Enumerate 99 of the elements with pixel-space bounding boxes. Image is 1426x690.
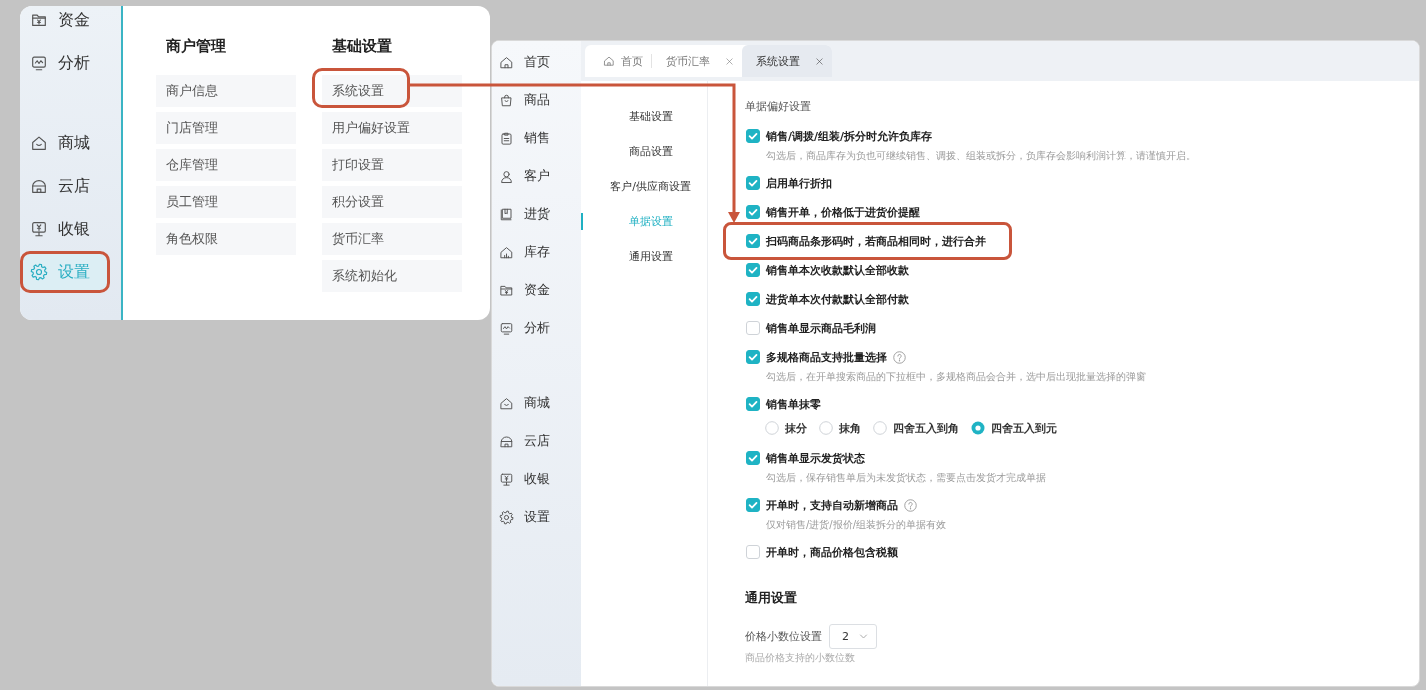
menu-item[interactable]: 角色权限 xyxy=(156,223,296,255)
menu-item[interactable]: 系统设置 xyxy=(322,75,462,107)
menu-item[interactable]: 系统初始化 xyxy=(322,260,462,292)
checkbox-label: 扫码商品条形码时，若商品相同时，进行合并 xyxy=(766,233,986,249)
monitor-yen-icon xyxy=(30,220,48,238)
checkbox[interactable] xyxy=(746,263,760,277)
sidebar-item[interactable]: 商品 xyxy=(492,81,581,119)
field-label: 价格小数位设置 xyxy=(745,629,822,644)
checkbox-label: 进货单本次付款默认全部付款 xyxy=(766,291,909,307)
sidebar-item[interactable]: 资金 xyxy=(492,271,581,309)
checkbox[interactable] xyxy=(746,451,760,465)
checkbox[interactable] xyxy=(746,205,760,219)
menu-item[interactable]: 积分设置 xyxy=(322,186,462,218)
person-icon xyxy=(499,168,514,184)
checkbox-label: 销售单本次收款默认全部收款 xyxy=(766,262,909,278)
radio-button[interactable] xyxy=(819,421,833,435)
settings-nav-item[interactable]: 商品设置 xyxy=(581,134,707,169)
menu-group-title: 商户管理 xyxy=(165,36,227,57)
option-description: 勾选后，商品库存为负也可继续销售、调拨、组装或拆分，负库存会影响利润计算，请谨慎开启。 xyxy=(766,149,1197,163)
sidebar-item[interactable]: 分析 xyxy=(20,45,110,81)
sidebar-item[interactable]: 库存 xyxy=(492,233,581,271)
book-icon xyxy=(499,206,514,222)
field-hint: 商品价格支持的小数位数 xyxy=(745,651,856,665)
house-chart-icon xyxy=(499,244,514,260)
monitor-chart-icon xyxy=(499,320,514,336)
house-icon xyxy=(30,134,48,152)
radio-button[interactable] xyxy=(873,421,887,435)
sidebar-item[interactable]: 进货 xyxy=(492,195,581,233)
checkbox[interactable] xyxy=(746,292,760,306)
sidebar-item[interactable]: 设置 xyxy=(492,498,581,536)
section-heading: 通用设置 xyxy=(745,589,798,607)
section-title: 单据偏好设置 xyxy=(745,99,812,115)
sidebar-item[interactable]: 云店 xyxy=(20,168,110,204)
sidebar-item[interactable]: 商城 xyxy=(492,384,581,422)
chevron-down-icon xyxy=(859,632,868,641)
checkbox-label: 启用单行折扣 xyxy=(766,175,832,191)
menu-item[interactable]: 用户偏好设置 xyxy=(322,112,462,144)
menu-item[interactable]: 门店管理 xyxy=(156,112,296,144)
home-icon xyxy=(603,55,615,67)
radio-label: 抹角 xyxy=(839,420,861,436)
store-icon xyxy=(30,177,48,195)
checkbox[interactable] xyxy=(746,129,760,143)
menu-item[interactable]: 商户信息 xyxy=(156,75,296,107)
shopping-bag-icon xyxy=(499,92,514,108)
radio-button[interactable] xyxy=(971,421,985,435)
checkbox[interactable] xyxy=(746,234,760,248)
menu-item[interactable]: 货币汇率 xyxy=(322,223,462,255)
checkbox[interactable] xyxy=(746,397,760,411)
radio-button[interactable] xyxy=(765,421,779,435)
monitor-yen-icon xyxy=(499,471,514,487)
monitor-chart-icon xyxy=(30,54,48,72)
checkbox-label: 销售开单，价格低于进货价提醒 xyxy=(766,204,920,220)
settings-icon xyxy=(499,509,514,525)
menu-group-title: 基础设置 xyxy=(331,36,393,57)
checkbox[interactable] xyxy=(746,321,760,335)
sidebar-item[interactable]: 首页 xyxy=(492,43,581,81)
checkbox-label: 销售单抹零 xyxy=(766,396,821,412)
checkbox-label: 多规格商品支持批量选择 xyxy=(766,349,887,365)
menu-item[interactable]: 员工管理 xyxy=(156,186,296,218)
radio-label: 四舍五入到元 xyxy=(991,420,1057,436)
option-description: 勾选后，在开单搜索商品的下拉框中，多规格商品会合并，选中后出现批量选择的弹窗 xyxy=(766,370,1147,384)
close-icon[interactable] xyxy=(725,56,734,66)
tab[interactable]: 首页 xyxy=(585,45,651,77)
checkbox-label: 开单时，支持自动新增商品 xyxy=(766,497,898,513)
sidebar-item[interactable]: 云店 xyxy=(492,422,581,460)
checkbox-label: 销售/调拨/组装/拆分时允许负库存 xyxy=(766,128,933,144)
sidebar-item[interactable]: 客户 xyxy=(492,157,581,195)
checkbox[interactable] xyxy=(746,545,760,559)
radio-label: 四舍五入到角 xyxy=(893,420,959,436)
checkbox-label: 开单时，商品价格包含税额 xyxy=(766,544,898,560)
option-description: 仅对销售/进货/报价/组装拆分的单据有效 xyxy=(766,518,948,532)
checkbox[interactable] xyxy=(746,350,760,364)
option-description: 勾选后，保存销售单后为未发货状态，需要点击发货才完成单据 xyxy=(766,471,1047,485)
close-icon[interactable] xyxy=(815,56,824,66)
radio-label: 抹分 xyxy=(785,420,807,436)
sidebar-item[interactable]: 收银 xyxy=(492,460,581,498)
tab[interactable]: 系统设置 xyxy=(742,45,832,77)
settings-icon xyxy=(30,263,48,281)
settings-nav-item[interactable]: 基础设置 xyxy=(581,99,707,134)
sidebar-item[interactable]: 资金 xyxy=(20,6,110,38)
checkbox[interactable] xyxy=(746,498,760,512)
folder-icon xyxy=(30,11,48,29)
tab[interactable]: 货币汇率 xyxy=(652,45,742,77)
settings-nav-item[interactable]: 客户/供应商设置 xyxy=(581,169,707,204)
house-icon xyxy=(499,395,514,411)
clipboard-icon xyxy=(499,130,514,146)
checkbox-label: 销售单显示商品毛利润 xyxy=(766,320,876,336)
checkbox-label: 销售单显示发货状态 xyxy=(766,450,865,466)
checkbox[interactable] xyxy=(746,176,760,190)
store-icon xyxy=(499,433,514,449)
sidebar-item[interactable]: 销售 xyxy=(492,119,581,157)
dropdown-field[interactable]: 2 xyxy=(829,624,877,649)
menu-item[interactable]: 仓库管理 xyxy=(156,149,296,181)
menu-item[interactable]: 打印设置 xyxy=(322,149,462,181)
home-icon xyxy=(499,54,514,70)
settings-nav-item[interactable]: 通用设置 xyxy=(581,239,707,274)
sidebar-item[interactable]: 商城 xyxy=(20,125,110,161)
sidebar-item[interactable]: 分析 xyxy=(492,309,581,347)
sidebar-item[interactable]: 收银 xyxy=(20,211,110,247)
